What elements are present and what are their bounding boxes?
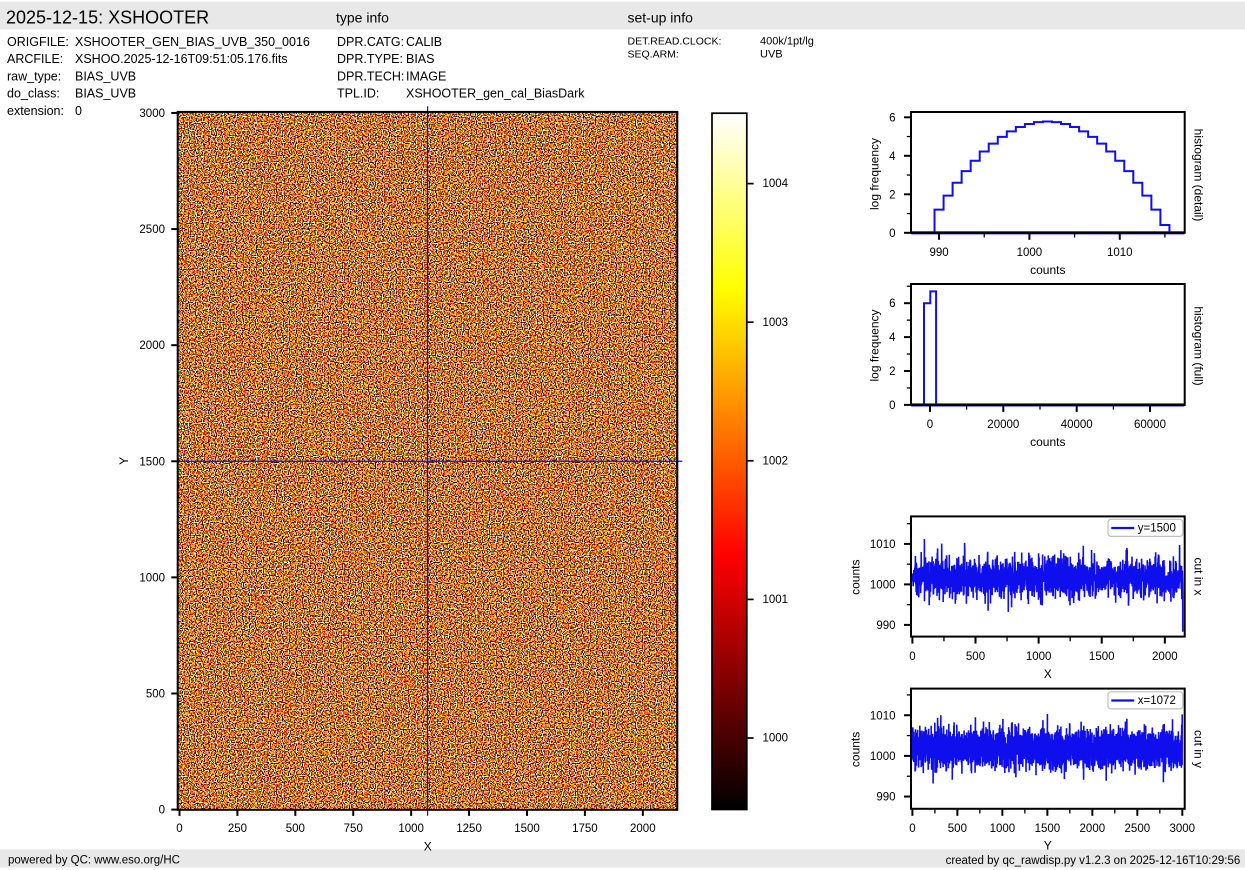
svg-text:X: X (1044, 667, 1052, 681)
svg-text:1010: 1010 (870, 539, 896, 551)
svg-text:counts: counts (1030, 263, 1065, 277)
svg-text:raw_type:: raw_type: (7, 69, 61, 83)
svg-text:500: 500 (286, 823, 305, 835)
svg-text:log frequency: log frequency (867, 138, 881, 210)
svg-text:1010: 1010 (1107, 247, 1133, 259)
svg-text:40000: 40000 (1061, 419, 1093, 431)
svg-text:500: 500 (948, 823, 967, 835)
svg-text:counts: counts (1030, 435, 1065, 449)
svg-text:SEQ.ARM:: SEQ.ARM: (628, 48, 679, 60)
svg-text:3000: 3000 (139, 108, 165, 120)
svg-text:6: 6 (889, 298, 895, 310)
svg-text:extension:: extension: (7, 104, 64, 118)
svg-text:created by qc_rawdisp.py v1.2.: created by qc_rawdisp.py v1.2.3 on 2025-… (946, 855, 1241, 867)
svg-text:2000: 2000 (630, 823, 656, 835)
svg-text:1500: 1500 (139, 456, 165, 468)
svg-text:cut in x: cut in x (1192, 557, 1206, 595)
svg-text:1000: 1000 (1017, 247, 1043, 259)
svg-text:4: 4 (889, 332, 896, 344)
svg-text:2: 2 (889, 366, 895, 378)
svg-text:1001: 1001 (763, 594, 789, 606)
svg-text:1000: 1000 (398, 823, 424, 835)
svg-text:6: 6 (889, 112, 895, 124)
svg-text:1250: 1250 (456, 823, 482, 835)
svg-text:counts: counts (848, 560, 862, 595)
svg-text:2: 2 (889, 189, 895, 201)
svg-text:2500: 2500 (139, 224, 165, 236)
svg-text:990: 990 (876, 620, 895, 632)
svg-text:1000: 1000 (1026, 651, 1052, 663)
svg-text:1000: 1000 (139, 572, 165, 584)
svg-text:ARCFILE:: ARCFILE: (7, 52, 63, 66)
svg-text:counts: counts (848, 732, 862, 767)
svg-text:DPR.CATG:: DPR.CATG: (337, 35, 404, 49)
svg-text:1000: 1000 (870, 751, 896, 763)
svg-text:2500: 2500 (1125, 823, 1151, 835)
svg-text:2000: 2000 (1152, 651, 1178, 663)
svg-text:0: 0 (176, 823, 182, 835)
svg-text:2000: 2000 (1080, 823, 1106, 835)
svg-text:BIAS: BIAS (406, 52, 435, 66)
svg-text:750: 750 (344, 823, 363, 835)
svg-text:1000: 1000 (870, 579, 896, 591)
svg-text:histogram (detail): histogram (detail) (1192, 129, 1206, 222)
svg-text:CALIB: CALIB (406, 35, 442, 49)
svg-text:IMAGE: IMAGE (406, 69, 446, 83)
svg-text:x=1072: x=1072 (1138, 695, 1176, 707)
svg-text:log frequency: log frequency (867, 309, 881, 381)
svg-text:Y: Y (1044, 838, 1052, 852)
svg-text:XSHOOTER_gen_cal_BiasDark: XSHOOTER_gen_cal_BiasDark (406, 87, 585, 101)
svg-text:500: 500 (966, 651, 985, 663)
svg-text:400k/1pt/lg: 400k/1pt/lg (760, 35, 814, 47)
svg-text:UVB: UVB (760, 48, 783, 60)
svg-text:XSHOOTER_GEN_BIAS_UVB_350_0016: XSHOOTER_GEN_BIAS_UVB_350_0016 (75, 35, 310, 49)
svg-text:do_class:: do_class: (7, 87, 60, 101)
svg-text:0: 0 (927, 419, 933, 431)
svg-text:0: 0 (159, 805, 165, 817)
svg-text:powered by QC: www.eso.org/HC: powered by QC: www.eso.org/HC (8, 855, 180, 867)
svg-text:0: 0 (889, 400, 895, 412)
svg-text:0: 0 (889, 228, 895, 240)
svg-text:250: 250 (228, 823, 247, 835)
svg-text:set-up info: set-up info (628, 10, 694, 26)
svg-text:2000: 2000 (139, 340, 165, 352)
svg-text:1004: 1004 (763, 178, 789, 190)
svg-text:1500: 1500 (514, 823, 540, 835)
svg-text:60000: 60000 (1134, 419, 1166, 431)
svg-text:990: 990 (876, 792, 895, 804)
svg-text:1002: 1002 (763, 455, 789, 467)
svg-text:2025-12-15: XSHOOTER: 2025-12-15: XSHOOTER (6, 8, 209, 28)
svg-text:type info: type info (336, 10, 389, 26)
svg-text:990: 990 (929, 247, 948, 259)
svg-text:cut in y: cut in y (1192, 730, 1206, 768)
svg-text:DPR.TYPE:: DPR.TYPE: (337, 52, 403, 66)
svg-text:1500: 1500 (1089, 651, 1115, 663)
svg-text:20000: 20000 (987, 419, 1019, 431)
svg-text:1000: 1000 (990, 823, 1016, 835)
svg-text:4: 4 (889, 151, 896, 163)
svg-text:DPR.TECH:: DPR.TECH: (337, 69, 404, 83)
svg-text:BIAS_UVB: BIAS_UVB (75, 87, 136, 101)
svg-text:500: 500 (146, 688, 165, 700)
svg-text:1000: 1000 (763, 733, 789, 745)
svg-text:0: 0 (909, 651, 915, 663)
svg-text:DET.READ.CLOCK:: DET.READ.CLOCK: (628, 35, 722, 47)
svg-text:0: 0 (75, 104, 82, 118)
svg-text:1500: 1500 (1035, 823, 1061, 835)
svg-text:XSHOO.2025-12-16T09:51:05.176.: XSHOO.2025-12-16T09:51:05.176.fits (75, 52, 288, 66)
svg-text:1010: 1010 (870, 710, 896, 722)
svg-text:y=1500: y=1500 (1138, 523, 1176, 535)
svg-text:TPL.ID:: TPL.ID: (337, 87, 379, 101)
svg-text:1750: 1750 (572, 823, 598, 835)
svg-text:3000: 3000 (1170, 823, 1196, 835)
svg-text:histogram (full): histogram (full) (1192, 306, 1206, 385)
svg-text:ORIGFILE:: ORIGFILE: (7, 35, 69, 49)
svg-text:BIAS_UVB: BIAS_UVB (75, 69, 136, 83)
svg-text:1003: 1003 (763, 317, 789, 329)
svg-text:0: 0 (909, 823, 915, 835)
svg-text:X: X (424, 839, 432, 853)
svg-text:Y: Y (117, 457, 131, 465)
